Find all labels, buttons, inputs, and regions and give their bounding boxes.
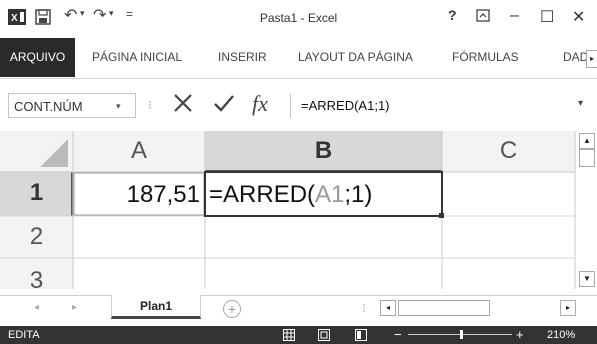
tab-pagina-inicial[interactable]: PÁGINA INICIAL bbox=[92, 50, 182, 64]
sheet-tab-plan1[interactable]: Plan1 bbox=[111, 295, 201, 319]
scroll-down-icon[interactable]: ▼ bbox=[579, 271, 595, 287]
cell-b1-suffix: ;1) bbox=[344, 181, 373, 208]
column-header-b[interactable]: B bbox=[205, 137, 442, 165]
sheetbar-grip-icon: ⁝ bbox=[362, 301, 366, 315]
vertical-scrollbar[interactable]: ▲ ▼ bbox=[579, 131, 595, 289]
cell-a1[interactable]: 187,51 bbox=[74, 181, 200, 209]
page-break-view-icon[interactable] bbox=[355, 329, 367, 344]
column-header-a[interactable]: A bbox=[73, 137, 205, 165]
zoom-slider[interactable] bbox=[408, 330, 512, 339]
name-box[interactable]: CONT.NÚM ▾ bbox=[8, 93, 136, 118]
sheet-tab-label: Plan1 bbox=[139, 299, 172, 313]
tab-arquivo[interactable]: ARQUIVO bbox=[0, 38, 75, 77]
cell-b1[interactable]: =ARRED(A1;1) bbox=[209, 181, 439, 209]
horizontal-scrollbar[interactable]: ◂ ▸ bbox=[380, 300, 576, 316]
chevron-down-icon[interactable]: ▾ bbox=[116, 94, 121, 119]
formula-bar-grip-icon: ⁝ bbox=[148, 98, 152, 112]
close-button[interactable]: ✕ bbox=[572, 7, 585, 27]
ribbon-scroll-right-icon[interactable]: ▸ bbox=[586, 50, 597, 68]
row-header-1[interactable]: 1 bbox=[0, 179, 73, 207]
scroll-left-icon[interactable]: ◂ bbox=[380, 300, 396, 316]
maximize-button[interactable]: ☐ bbox=[540, 7, 554, 27]
scroll-thumb[interactable] bbox=[579, 149, 595, 167]
add-sheet-icon[interactable]: + bbox=[223, 300, 241, 318]
horizontal-scroll-thumb[interactable] bbox=[398, 300, 490, 316]
zoom-level[interactable]: 210% bbox=[547, 329, 575, 341]
row-header-3[interactable]: 3 bbox=[0, 267, 73, 289]
normal-view-icon[interactable] bbox=[283, 329, 295, 344]
zoom-slider-thumb[interactable] bbox=[460, 330, 463, 339]
zoom-out-icon[interactable]: − bbox=[394, 327, 402, 342]
insert-function-icon[interactable]: fx bbox=[252, 91, 268, 117]
status-mode: EDITA bbox=[8, 329, 40, 341]
enter-check-icon[interactable] bbox=[212, 91, 236, 120]
window-title: Pasta1 - Excel bbox=[259, 11, 338, 25]
tab-formulas[interactable]: FÓRMULAS bbox=[452, 50, 519, 64]
formula-bar: CONT.NÚM ▾ ⁝ fx =ARRED(A1;1) ▾ bbox=[0, 85, 597, 125]
spreadsheet-grid: A B C 1 2 3 187,51 =ARRED(A1;1) ▲ ▼ bbox=[0, 131, 597, 289]
help-button[interactable]: ? bbox=[448, 7, 457, 23]
zoom-in-icon[interactable]: + bbox=[516, 327, 524, 342]
status-bar: EDITA − + 210% bbox=[0, 326, 597, 344]
sheet-next-icon[interactable]: ▸ bbox=[72, 302, 77, 313]
formula-input[interactable]: =ARRED(A1;1) bbox=[290, 93, 590, 118]
sheet-prev-icon[interactable]: ◂ bbox=[34, 302, 39, 313]
minimize-button[interactable]: – bbox=[510, 7, 519, 25]
tab-inserir[interactable]: INSERIR bbox=[218, 50, 267, 64]
ribbon-display-icon[interactable] bbox=[476, 9, 490, 27]
cancel-icon[interactable] bbox=[170, 90, 196, 121]
cell-b1-prefix: =ARRED( bbox=[209, 181, 316, 208]
scroll-up-icon[interactable]: ▲ bbox=[579, 133, 595, 149]
column-header-c[interactable]: C bbox=[442, 137, 575, 165]
title-bar: X ↶ ▾ ↷ ▾ = Pasta1 - Excel ? – ☐ ✕ bbox=[0, 0, 597, 38]
scroll-right-icon[interactable]: ▸ bbox=[560, 300, 576, 316]
page-layout-view-icon[interactable] bbox=[318, 329, 330, 344]
tab-layout-da-pagina[interactable]: LAYOUT DA PÁGINA bbox=[298, 50, 413, 64]
row-header-2[interactable]: 2 bbox=[0, 223, 73, 251]
expand-formula-bar-icon[interactable]: ▾ bbox=[578, 98, 583, 109]
name-box-value: CONT.NÚM bbox=[14, 99, 83, 114]
cell-b1-reference: A1 bbox=[315, 181, 345, 208]
sheet-tabs-bar: ◂ ▸ Plan1 + ⁝ ◂ ▸ bbox=[0, 295, 597, 326]
ribbon-tabs: ARQUIVO PÁGINA INICIAL INSERIR LAYOUT DA… bbox=[0, 38, 597, 79]
tab-dados[interactable]: DAD bbox=[563, 50, 588, 64]
